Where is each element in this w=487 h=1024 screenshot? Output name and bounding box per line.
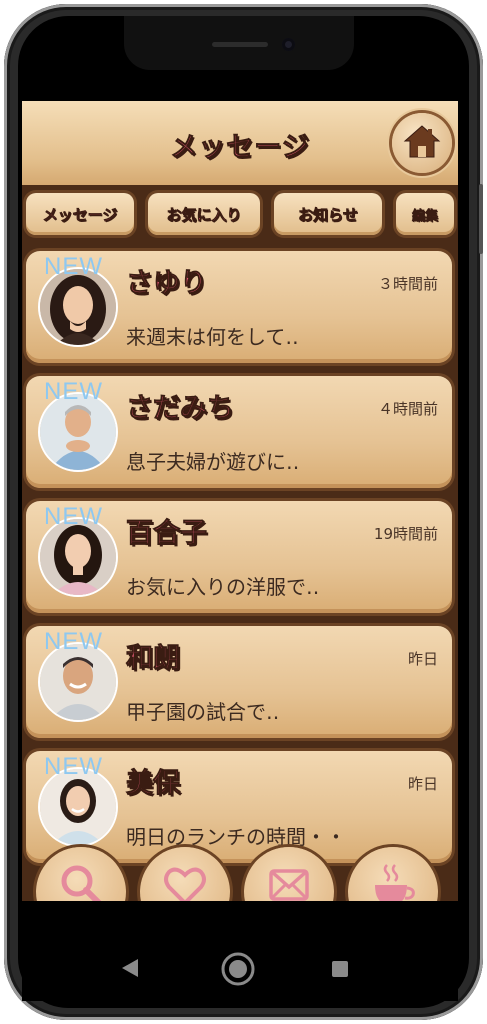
new-badge: NEW [44, 253, 103, 280]
message-preview: お気に入りの洋服で‥ [126, 575, 320, 599]
sender-name: 和朗 [126, 643, 181, 675]
front-camera [282, 38, 295, 51]
coffee-cup-icon [375, 864, 415, 901]
message-preview: 来週末は何をして‥ [126, 325, 299, 349]
new-badge: NEW [44, 753, 103, 780]
app-header: メッセージ [22, 101, 458, 185]
system-nav-bar [22, 901, 458, 1001]
sender-name: 百合子 [126, 518, 208, 550]
app-screen: メッセージ メッセージ お気に入り お知らせ 編集 NEW さゆり ３時間前 来… [22, 101, 458, 901]
message-preview: 甲子園の試合で‥ [126, 700, 280, 724]
sender-name: さだみち [126, 393, 235, 425]
message-item[interactable]: NEW さゆり ３時間前 来週末は何をして‥ [26, 251, 452, 363]
sender-name: さゆり [126, 268, 208, 300]
speaker [212, 42, 268, 47]
home-button[interactable] [392, 113, 452, 173]
new-badge: NEW [44, 628, 103, 655]
tab-bar: メッセージ お気に入り お知らせ 編集 [22, 185, 458, 243]
mail-icon [269, 869, 309, 901]
sender-name: 美保 [126, 768, 181, 800]
side-button [479, 184, 483, 254]
tab-label: お知らせ [298, 205, 358, 224]
back-icon[interactable] [120, 957, 140, 979]
timestamp: 昨日 [407, 775, 438, 793]
tab-messages[interactable]: メッセージ [26, 193, 134, 235]
message-item[interactable]: NEW 百合子 19時間前 お気に入りの洋服で‥ [26, 501, 452, 613]
message-item[interactable]: NEW 和朗 昨日 甲子園の試合で‥ [26, 626, 452, 738]
new-badge: NEW [44, 503, 103, 530]
tab-label: お気に入り [166, 205, 242, 224]
search-icon [61, 865, 102, 901]
message-item[interactable]: NEW さだみち ４時間前 息子夫婦が遊びに‥ [26, 376, 452, 488]
timestamp: 19時間前 [373, 525, 438, 543]
heart-icon [164, 867, 206, 901]
tab-label: メッセージ [42, 205, 118, 224]
home-circle-icon[interactable] [220, 951, 256, 987]
tab-notices[interactable]: お知らせ [274, 193, 382, 235]
bottom-nav [22, 847, 458, 901]
message-preview: 明日のランチの時間・・ [126, 825, 346, 849]
tab-edit[interactable]: 編集 [396, 193, 454, 235]
new-badge: NEW [44, 378, 103, 405]
timestamp: ３時間前 [377, 275, 438, 293]
home-icon [403, 125, 441, 158]
tab-favorites[interactable]: お気に入り [148, 193, 260, 235]
recents-icon[interactable] [330, 959, 350, 979]
tab-label: 編集 [411, 208, 439, 224]
timestamp: ４時間前 [377, 400, 438, 418]
timestamp: 昨日 [407, 650, 438, 668]
message-preview: 息子夫婦が遊びに‥ [126, 450, 300, 474]
